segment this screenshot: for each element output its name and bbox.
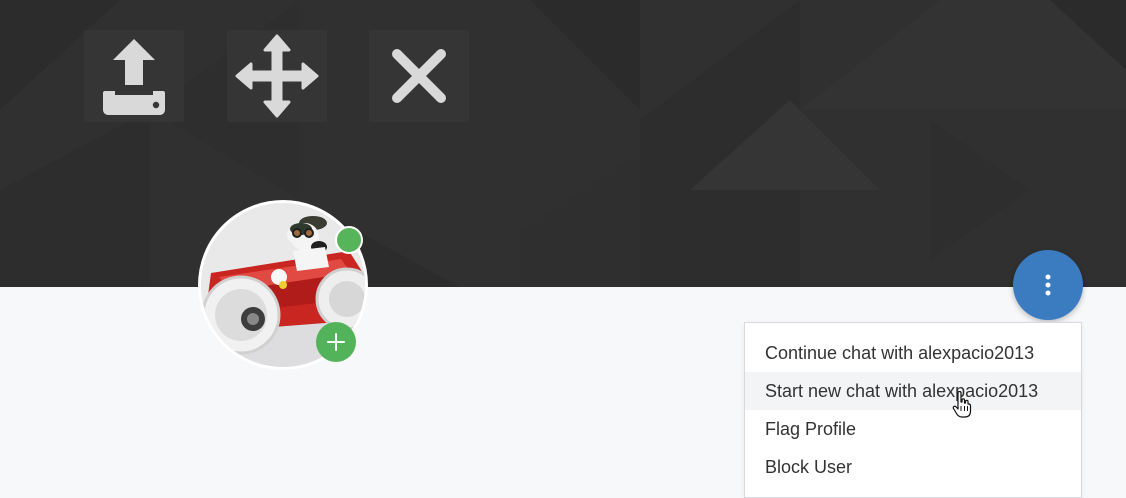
move-cover-button[interactable] — [227, 30, 327, 122]
menu-item-flag-profile[interactable]: Flag Profile — [745, 410, 1081, 448]
upload-cover-button[interactable] — [84, 30, 184, 122]
menu-item-continue-chat[interactable]: Continue chat with alexpacio2013 — [745, 334, 1081, 372]
close-icon — [392, 49, 446, 103]
menu-item-block-user[interactable]: Block User — [745, 448, 1081, 486]
online-status-dot — [335, 226, 363, 254]
add-photo-button[interactable] — [316, 322, 356, 362]
remove-cover-button[interactable] — [369, 30, 469, 122]
profile-avatar-group — [198, 200, 368, 370]
cover-banner — [0, 0, 1126, 287]
actions-dropdown-menu: Continue chat with alexpacio2013 Start n… — [744, 322, 1082, 498]
plus-icon — [327, 333, 345, 351]
menu-item-start-new-chat[interactable]: Start new chat with alexpacio2013 — [745, 372, 1081, 410]
move-icon — [235, 34, 319, 118]
upload-icon — [103, 39, 165, 115]
more-vertical-icon — [1045, 274, 1051, 296]
more-actions-button[interactable] — [1013, 250, 1083, 320]
